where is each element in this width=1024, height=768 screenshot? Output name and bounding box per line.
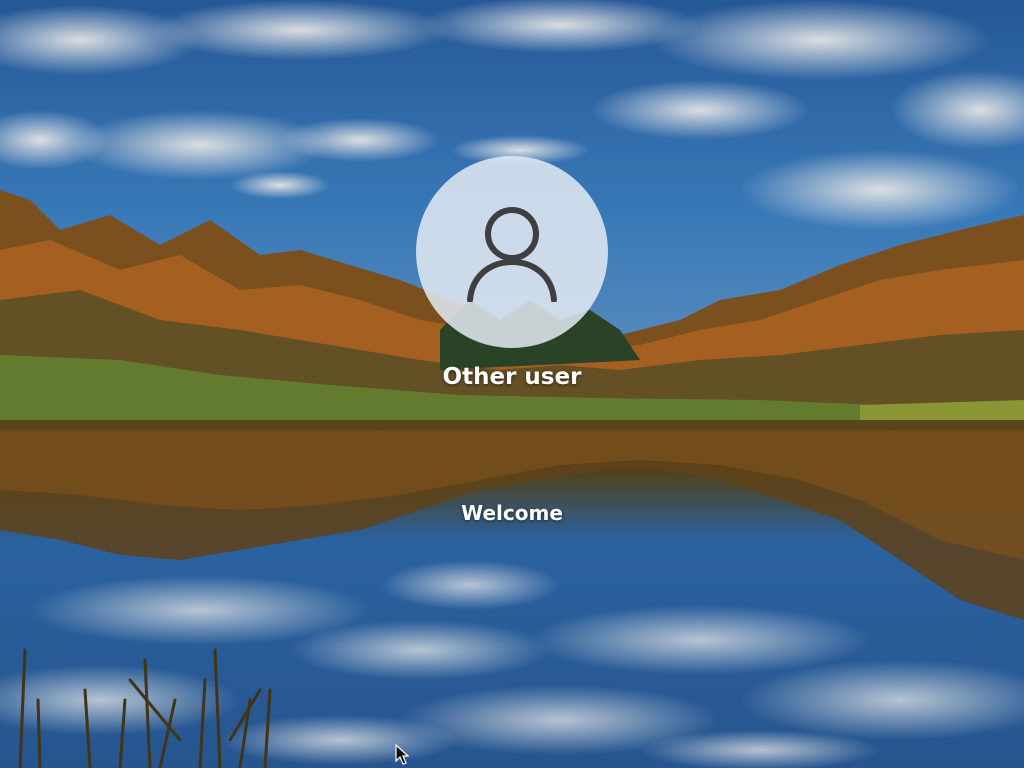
user-silhouette-icon: [467, 207, 557, 302]
user-avatar: [416, 156, 608, 348]
welcome-status: Welcome: [461, 501, 563, 525]
lock-screen: Other user Welcome: [0, 0, 1024, 768]
user-name: Other user: [442, 364, 582, 390]
mouse-pointer-icon: [395, 744, 409, 765]
